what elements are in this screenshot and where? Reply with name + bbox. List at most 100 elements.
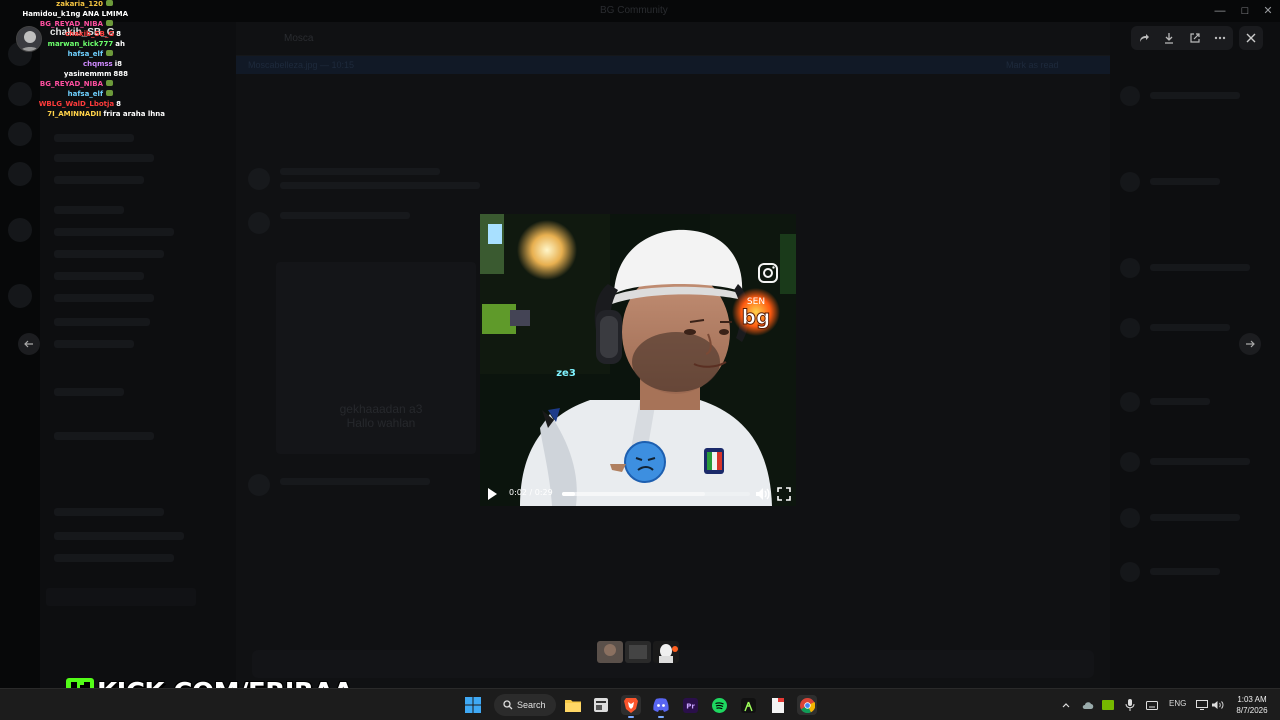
member-name [1150,398,1210,405]
tray-microphone[interactable] [1123,698,1137,712]
forward-icon [1139,34,1149,42]
member-name [1150,264,1250,271]
message-line [280,478,430,485]
windows-start-icon [465,697,481,713]
video-player[interactable]: SEN bg ze3 0:02 / 0:29 [480,214,796,506]
chat-message: ah [115,40,125,48]
windows-taskbar: Search Pr ENG 1:03 AM 8/7/2026 [0,688,1280,720]
avatar [248,168,270,190]
taskbar-app[interactable] [591,695,611,715]
tray-volume[interactable] [1211,698,1225,712]
taskbar-clock[interactable]: 1:03 AM 8/7/2026 [1230,694,1274,716]
channel-item [54,272,144,280]
cloud-icon [1082,702,1094,709]
discord-icon [653,698,669,712]
minimize-button[interactable]: — [1208,4,1232,18]
taskbar-app-lambda[interactable] [738,695,758,715]
fullscreen-button[interactable] [776,486,792,502]
media-thumbnail[interactable] [653,641,679,663]
window-close-button[interactable]: ✕ [1256,4,1280,18]
taskbar-premiere[interactable]: Pr [680,695,700,715]
stream-chat-line: yasinemmm 888 [64,70,128,78]
taskbar-file-explorer[interactable] [563,695,583,715]
channel-item [54,318,150,326]
media-thumbnail[interactable] [597,641,623,663]
channel-item [54,206,124,214]
chat-header: Mosca [236,22,1110,56]
stream-chat-line: 7I_AMINNADII frira araha lhna [47,110,165,118]
volume-icon [756,488,770,500]
taskbar-spotify[interactable] [709,695,729,715]
taskbar-chrome[interactable] [797,695,817,715]
tray-nvidia[interactable] [1101,698,1115,712]
chat-username: BG_REYAD_NIBA [39,80,103,88]
search-label: Search [517,700,546,710]
stream-chat-line: zakaria_120 [56,0,113,8]
chat-username: hafsa_elf [67,90,103,98]
chat-username: chakib_SB_G [65,30,115,38]
message-line [280,182,480,189]
server-icon [8,218,32,242]
folder-icon [565,700,581,712]
tray-network[interactable] [1195,698,1209,712]
member-avatar [1120,508,1140,528]
channel-item [54,432,154,440]
input-language[interactable]: ENG [1169,699,1186,708]
chat-emote-icon [106,90,113,96]
open-in-browser-button[interactable] [1185,28,1205,48]
search-icon [503,700,513,710]
play-button[interactable] [484,486,500,502]
chevron-up-icon [1062,703,1070,708]
stream-chat-line: hafsa_elf [68,50,113,58]
speaker-icon [1212,701,1224,709]
svg-text:Pr: Pr [686,702,695,710]
start-button[interactable] [463,695,483,715]
channel-item [54,532,184,540]
forward-button[interactable] [1134,28,1154,48]
premiere-pro-icon: Pr [682,697,698,713]
arrow-left-icon [24,340,33,348]
taskbar-discord[interactable] [651,695,671,718]
channel-item [54,176,144,184]
more-options-button[interactable] [1210,28,1230,48]
taskbar-search[interactable]: Search [494,694,556,716]
thumbnail-image [653,641,679,663]
lambda-app-icon [740,697,756,713]
media-thumbnail[interactable] [625,641,651,663]
stream-chat-line: hafsa_elf [68,90,113,98]
member-name [1150,92,1240,99]
chrome-icon [799,697,815,713]
video-embed: gekhaaadan a3 Hallo wahlan [276,262,476,454]
volume-button[interactable] [754,486,770,502]
show-hidden-icons[interactable] [1059,698,1073,712]
tray-app[interactable] [1081,698,1095,712]
video-progress-bar[interactable] [562,492,750,496]
active-indicator [628,716,634,718]
channel-name: Mosca [284,33,314,44]
member-avatar [1120,562,1140,582]
chat-username: Hamidou_k1ng [22,10,81,18]
more-icon [1215,36,1226,40]
chat-message: 8 [116,30,121,38]
nvidia-icon [1102,700,1114,710]
download-button[interactable] [1159,28,1179,48]
video-controls: 0:02 / 0:29 [480,482,796,506]
chat-username: BG_REYAD_NIBA [39,20,103,28]
close-viewer-button[interactable] [1239,26,1263,50]
taskbar-document[interactable] [768,695,788,715]
arrow-right-icon [1246,340,1255,348]
chat-message: frira araha lhna [103,110,165,118]
tray-keyboard[interactable] [1145,698,1159,712]
next-media-button[interactable] [1239,333,1261,355]
previous-media-button[interactable] [18,333,40,355]
member-avatar [1120,258,1140,278]
server-icon [8,122,32,146]
maximize-button[interactable]: □ [1233,4,1257,18]
chat-username: hafsa_elf [67,50,103,58]
spotify-icon [711,697,727,713]
taskbar-brave[interactable] [621,695,641,718]
chat-username: marwan_kick777 [47,40,114,48]
svg-text:ze3: ze3 [556,368,576,379]
channel-item [54,508,164,516]
progress-played [562,492,576,496]
